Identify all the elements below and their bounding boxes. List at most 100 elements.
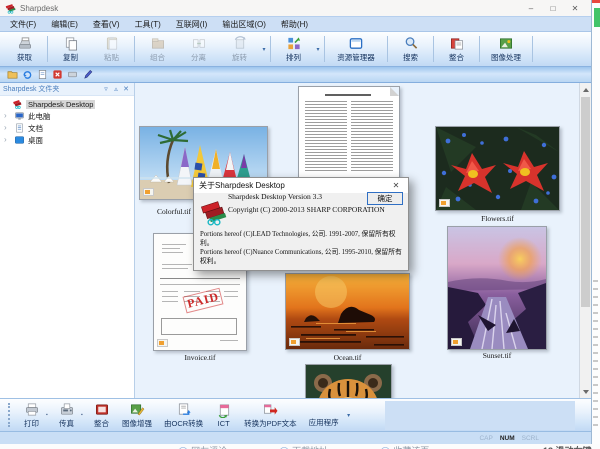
refresh-icon[interactable] [22, 69, 33, 80]
dialog-version-text: Sharpdesk Desktop Version 3.3 [228, 192, 322, 201]
fax-button[interactable]: 传真 [52, 402, 81, 429]
print-button[interactable]: 打印 [17, 402, 46, 429]
background-links-row: ◯网友评论 ◯下载地址 ◯收藏该页 [178, 444, 429, 449]
pane-close-icon[interactable]: ✕ [121, 85, 131, 93]
arrange-button[interactable]: 排列 [273, 36, 314, 63]
close-button[interactable]: ✕ [564, 4, 586, 13]
explorer-button[interactable]: 资源管理器 [327, 36, 385, 63]
title-bar: Sharpdesk – □ ✕ [0, 0, 591, 16]
tree-item-documents[interactable]: › 文档 [0, 122, 134, 134]
ok-button[interactable]: 确定 [367, 192, 403, 205]
background-link: ◯网友评论 [178, 444, 227, 449]
copy-button[interactable]: 复制 [50, 36, 91, 63]
dialog-copyright-text: Copyright (C) 2000-2013 SHARP CORPORATIO… [228, 205, 385, 214]
documents-icon [14, 123, 25, 133]
desktop-icon [14, 135, 25, 145]
rotate-button: 旋转 [219, 36, 260, 63]
page-icon[interactable] [37, 69, 48, 80]
acquire-button[interactable]: 获取 [4, 36, 45, 63]
toolbar-separator [270, 36, 271, 62]
thumbnail-label: Flowers.tif [435, 214, 560, 223]
applications-dropdown-icon[interactable]: ▾ [345, 412, 353, 419]
thumbnail-label: Sunset.tif [447, 351, 547, 360]
toolbar-drag-handle[interactable] [8, 403, 12, 427]
open-folder-icon[interactable] [7, 69, 18, 80]
file-type-badge [451, 338, 462, 346]
thumbnail-label: Colorful.tif [157, 207, 191, 216]
rotate-dropdown-arrow-icon[interactable]: ▾ [260, 46, 268, 53]
portions-line-lead: Portions hereof (C)LEAD Technologies, 公司… [200, 230, 405, 248]
menu-tools[interactable]: 工具(T) [135, 19, 161, 30]
expander-icon[interactable]: › [4, 122, 11, 134]
screen: ◯网友评论 ◯下载地址 ◯收藏该页 13 滑动右键 Sharpdesk – □ … [0, 0, 600, 449]
folder-pane-header: Sharpdesk 文件夹 ▿ ▵ ✕ [0, 83, 134, 96]
tree-item-sharpdesk-desktop[interactable]: Sharpdesk Desktop [0, 98, 134, 110]
thumbnail-tiger[interactable] [305, 364, 392, 398]
pane-collapse-icon[interactable]: ▿ [101, 85, 111, 93]
background-bottom-strip: ◯网友评论 ◯下载地址 ◯收藏该页 13 滑动右键 [0, 444, 600, 449]
menu-view[interactable]: 查看(V) [93, 19, 120, 30]
minimize-button[interactable]: – [520, 4, 542, 13]
sharpdesk-logo-icon [12, 99, 23, 109]
split-button: 分离 [178, 36, 219, 63]
pane-expand-icon[interactable]: ▵ [111, 85, 121, 93]
dialog-close-icon[interactable]: ✕ [389, 181, 403, 190]
portions-line-nuance: Portions hereof (C)Nuance Communications… [200, 248, 405, 266]
combine-button: 组合 [137, 36, 178, 63]
thumbnail-flowers[interactable]: Flowers.tif [435, 126, 560, 211]
search-button[interactable]: 搜索 [390, 36, 431, 63]
merge-output-button[interactable]: 整合 [87, 402, 116, 429]
about-dialog: 关于Sharpdesk Desktop ✕ Sharpdesk Desktop … [193, 177, 409, 271]
menu-bar: 文件(F) 编辑(E) 查看(V) 工具(T) 互联网(I) 输出区域(O) 帮… [0, 16, 591, 31]
expander-icon[interactable]: › [4, 134, 11, 146]
vertical-scrollbar[interactable] [579, 83, 591, 398]
thumbnail-ocean[interactable]: Ocean.tif [285, 273, 410, 350]
menu-file[interactable]: 文件(F) [10, 19, 36, 30]
convert-to-pdf-text-button[interactable]: 转换为PDF文本 [238, 402, 303, 429]
menu-edit[interactable]: 编辑(E) [51, 19, 78, 30]
status-bar: CAP NUM SCRL [0, 431, 591, 444]
arrange-dropdown-arrow-icon[interactable]: ▾ [314, 46, 322, 53]
sharpdesk-logo-icon [201, 200, 227, 226]
image-enhance-button[interactable]: 图像增强 [116, 402, 158, 429]
merge-button[interactable]: 整合 [436, 36, 477, 63]
ocr-convert-icon [175, 402, 192, 417]
toolbar-separator [387, 36, 388, 62]
page-fold [390, 87, 399, 96]
pen-icon[interactable] [82, 69, 93, 80]
image-processing-button[interactable]: 图像处理 [482, 36, 530, 63]
convert-by-ocr-button[interactable]: 由OCR转换 [158, 402, 209, 429]
scroll-lock-indicator: SCRL [522, 435, 539, 442]
paste-button: 粘贴 [91, 36, 132, 63]
toolbar-separator [479, 36, 480, 62]
background-link: ◯收藏该页 [380, 444, 429, 449]
label-tag-icon[interactable] [67, 69, 78, 80]
thumbnail-document[interactable] [298, 86, 400, 181]
tree-item-this-pc[interactable]: › 此电脑 [0, 110, 134, 122]
scroll-up-arrow-icon[interactable] [580, 83, 591, 96]
menu-output-zone[interactable]: 输出区域(O) [222, 19, 266, 30]
background-right-text: 13 滑动右键 [543, 444, 592, 449]
sharpdesk-logo-icon [5, 3, 16, 14]
expander-icon[interactable]: › [4, 110, 11, 122]
pdf-convert-icon [262, 402, 279, 417]
fax-icon [58, 402, 75, 417]
scroll-down-arrow-icon[interactable] [580, 385, 591, 398]
background-link: ◯下载地址 [279, 444, 328, 449]
scrollbar-thumb[interactable] [581, 97, 590, 307]
menu-help[interactable]: 帮助(H) [281, 19, 308, 30]
maximize-button[interactable]: □ [542, 4, 564, 13]
printer-icon [23, 402, 40, 417]
applications-button[interactable]: 应用程序 [303, 402, 345, 428]
delete-icon[interactable] [52, 69, 63, 80]
output-toolbar-panel [385, 401, 575, 430]
invoice-total-box [161, 318, 237, 335]
dialog-title-bar[interactable]: 关于Sharpdesk Desktop ✕ [194, 178, 408, 193]
ict-button[interactable]: ICT [209, 403, 238, 428]
merge-pages-icon [448, 36, 465, 51]
menu-internet[interactable]: 互联网(I) [176, 19, 208, 30]
tree-item-desktop[interactable]: › 桌面 [0, 134, 134, 146]
output-toolbar: 打印 ▪ 传真 ▪ 整合 图像增强 由OCR转换 ICT [0, 398, 591, 431]
thumbnail-sunset[interactable]: Sunset.tif [447, 226, 547, 350]
combine-icon [149, 36, 166, 51]
